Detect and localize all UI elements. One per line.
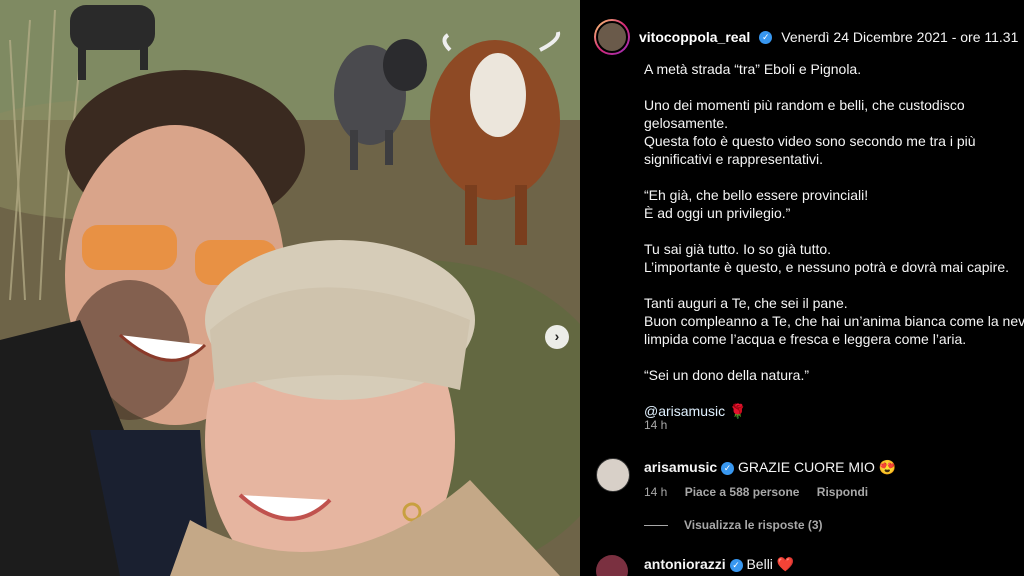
post-datetime: Venerdì 24 Dicembre 2021 - ore 11.31 bbox=[781, 29, 1019, 45]
selfie-with-cows-image bbox=[0, 0, 580, 576]
post-sidebar: vitocoppola_real ✓ Venerdì 24 Dicembre 2… bbox=[580, 0, 1024, 576]
view-replies-button[interactable]: Visualizza le risposte (3) bbox=[644, 518, 823, 532]
author-username[interactable]: vitocoppola_real bbox=[639, 29, 750, 45]
commenter-avatar[interactable] bbox=[596, 555, 628, 576]
caption-line: A metà strada “tra” Eboli e Pignola. bbox=[644, 61, 862, 77]
caption-line: “Eh già, che bello essere provinciali! bbox=[644, 187, 869, 203]
verified-badge-icon: ✓ bbox=[759, 30, 773, 44]
heart-emoji: ❤️ bbox=[776, 556, 795, 572]
post-photo[interactable]: › bbox=[0, 0, 580, 576]
caption-paragraph: Tanti auguri a Te, che sei il pane. Buon … bbox=[644, 294, 1024, 348]
caption-paragraph: A metà strada “tra” Eboli e Pignola. bbox=[644, 60, 1024, 78]
verified-badge-icon: ✓ bbox=[721, 461, 735, 475]
caption-line: gelosamente. bbox=[644, 115, 729, 131]
view-replies-label: Visualizza le risposte (3) bbox=[684, 518, 823, 532]
caption-line: Questa foto è questo video sono secondo … bbox=[644, 133, 976, 149]
reply-button[interactable]: Rispondi bbox=[817, 485, 868, 499]
caption-paragraph: Uno dei momenti più random e belli, che … bbox=[644, 96, 1024, 168]
commenter-username[interactable]: arisamusic bbox=[644, 459, 717, 475]
caption-line: Uno dei momenti più random e belli, che … bbox=[644, 97, 965, 113]
caption-paragraph: “Eh già, che bello essere provinciali! È … bbox=[644, 186, 1024, 222]
next-photo-button[interactable]: › bbox=[545, 325, 569, 349]
author-avatar[interactable] bbox=[594, 19, 630, 55]
post-header: vitocoppola_real ✓ Venerdì 24 Dicembre 2… bbox=[594, 17, 1024, 57]
post-caption: A metà strada “tra” Eboli e Pignola. Uno … bbox=[644, 60, 1024, 438]
caption-line: limpida come l’acqua e fresca e leggera … bbox=[644, 331, 967, 347]
comment-likes[interactable]: Piace a 588 persone bbox=[685, 485, 800, 499]
comment-time: 14 h bbox=[644, 485, 668, 499]
heart-eyes-emoji: 😍 bbox=[878, 459, 897, 475]
caption-line: Tanti auguri a Te, che sei il pane. bbox=[644, 295, 848, 311]
caption-line: L’importante è questo, e nessuno potrà e… bbox=[644, 259, 1009, 275]
commenter-username[interactable]: antoniorazzi bbox=[644, 556, 726, 572]
caption-line: È ad oggi un privilegio.” bbox=[644, 205, 791, 221]
caption-paragraph: “Sei un dono della natura.” bbox=[644, 366, 1024, 384]
caption-line: Tu sai già tutto. Io so già tutto. bbox=[644, 241, 832, 257]
replies-divider bbox=[644, 525, 668, 527]
post-time-ago: 14 h bbox=[644, 418, 668, 432]
chevron-right-icon: › bbox=[554, 328, 560, 344]
caption-line: Buon compleanno a Te, che hai un’anima b… bbox=[644, 313, 1024, 329]
rose-emoji: 🌹 bbox=[729, 403, 747, 419]
comment-text: GRAZIE CUORE MIO bbox=[737, 459, 875, 475]
caption-line: “Sei un dono della natura.” bbox=[644, 367, 809, 383]
caption-paragraph: Tu sai già tutto. Io so già tutto. L’impo… bbox=[644, 240, 1024, 276]
commenter-avatar[interactable] bbox=[596, 458, 630, 492]
mention-link[interactable]: @arisamusic bbox=[644, 403, 725, 419]
verified-badge-icon: ✓ bbox=[729, 558, 743, 572]
comment-text: Belli bbox=[746, 556, 773, 572]
caption-line: significativi e rappresentativi. bbox=[644, 151, 823, 167]
caption-mention-line: @arisamusic 🌹 bbox=[644, 402, 1024, 420]
